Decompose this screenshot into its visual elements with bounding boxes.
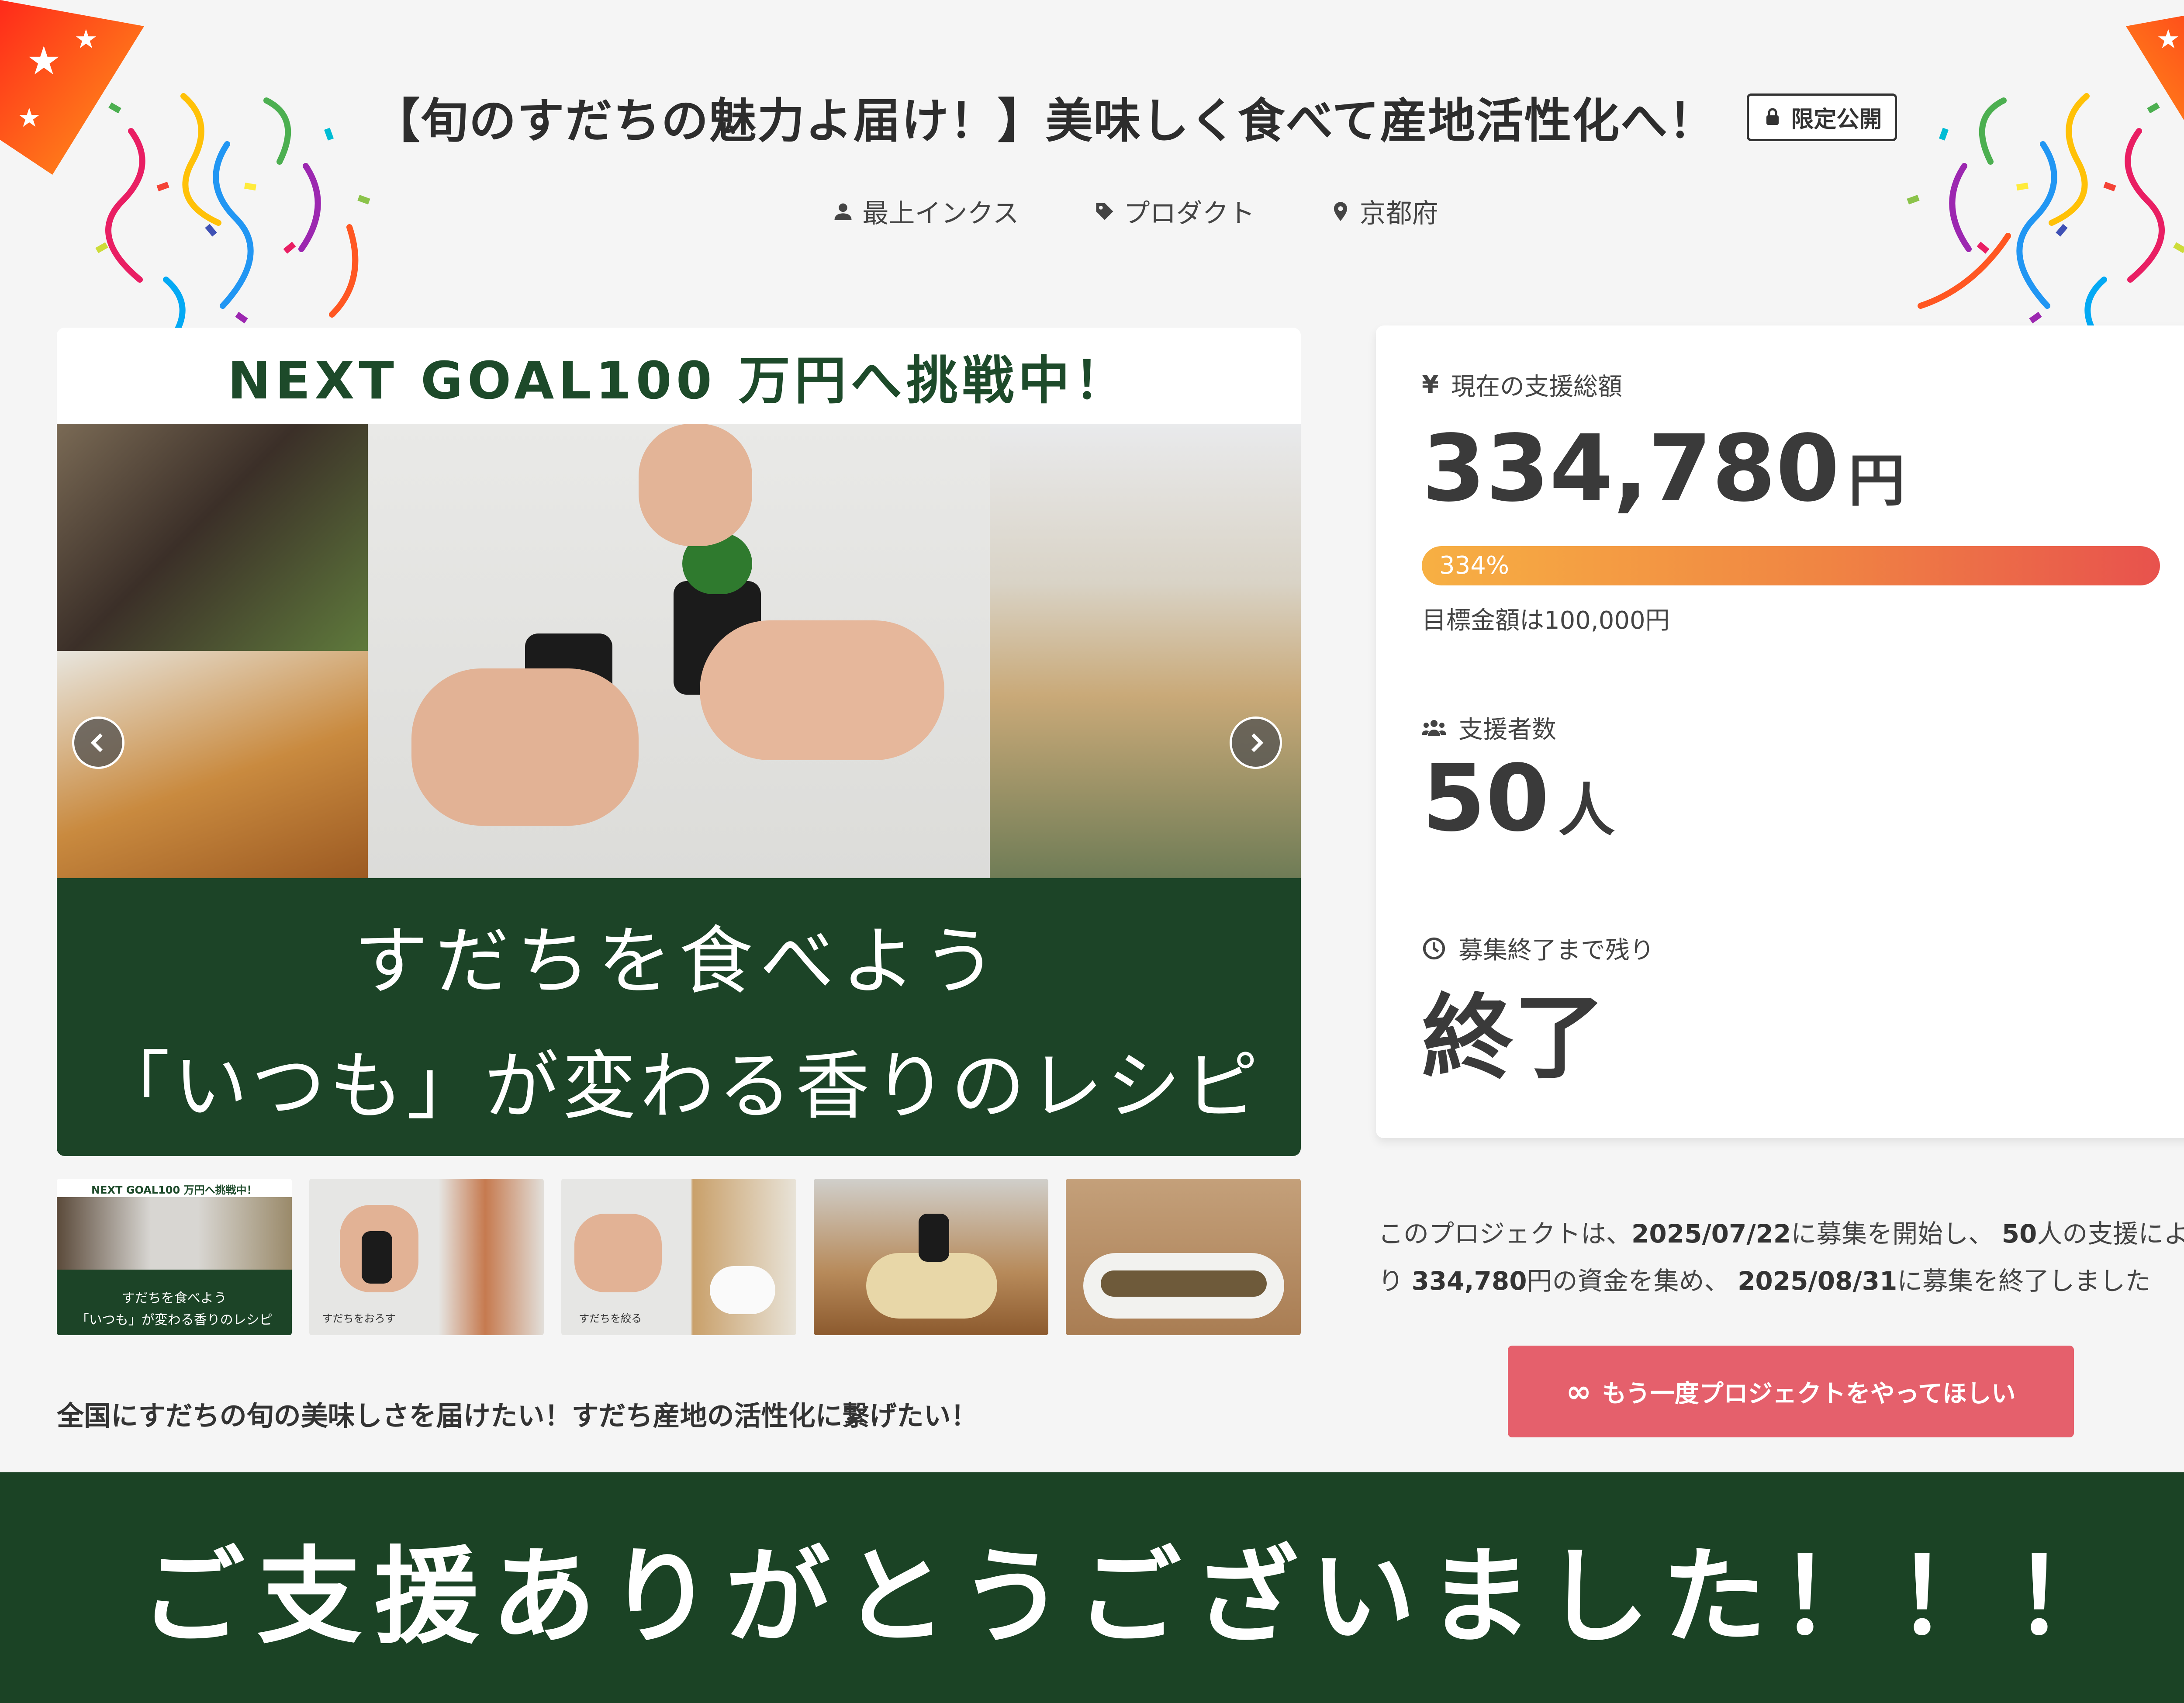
supporters-label: 支援者数 [1458,716,1556,744]
summary-amount: 334,780 [1411,1266,1527,1296]
supporters-label-row: 支援者数 [1422,710,1556,745]
page-title: 【旬のすだちの魅力よ届け！】美味しく食べて産地活性化へ！ [373,94,1717,149]
hand-top [639,424,752,546]
hand-left [411,668,639,826]
next-goal-banner: NEXT GOAL100 万円へ挑戦中！ [57,328,1301,424]
hand-right [700,620,944,760]
thumbnail-4[interactable] [813,1179,1049,1335]
yen-icon: ¥ [1422,370,1439,399]
summary-text-4: 円の資金を集め、 [1527,1266,1730,1296]
tag-icon [1096,203,1113,220]
remaining-label: 募集終了まで残り [1458,936,1654,965]
recipe-headline-2: 「いつも」が変わる香りのレシピ [95,1043,1262,1130]
summary-text-1: このプロジェクトは、 [1378,1219,1632,1249]
thumbnail-5[interactable] [1066,1179,1301,1335]
infinity-icon: ∞ [1566,1374,1592,1409]
thumbnail-3-caption: すだちを絞る [579,1312,642,1325]
carousel-next-button[interactable] [1230,717,1282,769]
photo-collage [57,424,1301,878]
progress-percent-label: 334% [1439,551,1510,580]
funding-stats-card: ¥ 現在の支援総額 334,780 円 334% 目標金額は100,000円 支援… [1376,325,2184,1138]
category-link[interactable]: プロダクト [1093,192,1255,230]
supporters-row: 50 人 [1422,745,1615,852]
summary-supporters: 50 [2001,1219,2037,1249]
request-again-label: もう一度プロジェクトをやってほしい [1602,1379,2016,1408]
project-meta: 最上インクス プロダクト 京都府 [0,192,2184,230]
main-project-image: NEXT GOAL100 万円へ挑戦中！ すだちを食べよう 「いつも」が変わる香… [57,328,1301,1156]
svg-text:★: ★ [74,24,98,55]
request-again-button[interactable]: ∞ もう一度プロジェクトをやってほしい [1508,1346,2074,1437]
thanks-banner: ご支援ありがとうございました！！！ [0,1472,2184,1703]
recipe-banner: すだちを食べよう 「いつも」が変わる香りのレシピ [57,878,1301,1156]
thumbnail-3[interactable]: すだちを絞る [561,1179,796,1335]
total-amount-row: 334,780 円 [1422,415,1905,522]
limited-badge-label: 限定公開 [1791,106,1882,133]
hands-grater-photo [368,424,990,878]
chevron-left-icon [90,733,103,752]
map-pin-icon [1334,201,1347,221]
supporters-unit: 人 [1558,777,1615,844]
chevron-right-icon [1251,733,1264,752]
page: ★ ★ ★ ★ 【旬のすだちの魅力よ届け！】美味しく食べて産地活性化へ！ 限定公… [0,0,2184,1703]
total-amount-value: 334,780 [1422,415,1840,522]
users-icon [1422,720,1446,736]
grill-food-photo [57,424,368,651]
category-name: プロダクト [1123,198,1255,229]
thumbnail-2-caption: すだちをおろす [322,1312,396,1325]
project-lead-text: 全国にすだちの旬の美味しさを届けたい！すだち産地の活性化に繋げたい！ [57,1400,978,1432]
owner-name: 最上インクス [862,198,1019,229]
thumbnail-strip: NEXT GOAL100 万円へ挑戦中！ すだちを食べよう 「いつも」が変わる香… [57,1179,1301,1335]
svg-text:★: ★ [2156,24,2180,55]
summary-start-date: 2025/07/22 [1631,1219,1791,1249]
remaining-label-row: 募集終了まで残り [1422,931,1654,966]
summary-end-date: 2025/08/31 [1738,1266,1897,1296]
goal-amount-text: 目標金額は100,000円 [1422,606,1670,635]
recipe-headline-1: すだちを食べよう [353,918,1004,1005]
total-amount-label-row: ¥ 現在の支援総額 [1422,367,1622,402]
user-icon [834,203,852,220]
remaining-value: 終了 [1422,984,1606,1091]
thumbnail-1-caption-1: すだちを食べよう [121,1291,227,1306]
funding-progress-bar: 334% [1422,546,2160,585]
title-row: 【旬のすだちの魅力よ届け！】美味しく食べて産地活性化へ！ 限定公開 [0,83,2184,151]
location-name: 京都府 [1359,198,1438,229]
clock-icon [1423,937,1445,959]
thumbnail-1-caption-2: 「いつも」が変わる香りのレシピ [76,1312,273,1328]
project-summary: このプロジェクトは、2025/07/22に募集を開始し、 50人の支援により 3… [1378,1210,2184,1305]
owner-link[interactable]: 最上インクス [832,192,1019,230]
summary-text-5: に募集を終了しました [1897,1266,2151,1296]
total-amount-unit: 円 [1848,447,1905,514]
dishes-photo [990,424,1301,878]
lock-icon [1766,108,1779,125]
thumbnail-2[interactable]: すだちをおろす [309,1179,544,1335]
total-amount-label: 現在の支援総額 [1451,373,1622,401]
supporters-value: 50 [1422,745,1550,852]
limited-public-badge: 限定公開 [1747,93,1897,141]
location-link[interactable]: 京都府 [1329,192,1438,230]
thanks-message: ご支援ありがとうございました！！！ [140,1535,2130,1658]
summary-text-2: に募集を開始し、 [1791,1219,1994,1249]
svg-text:★: ★ [26,38,62,84]
thumbnail-1[interactable]: NEXT GOAL100 万円へ挑戦中！ すだちを食べよう 「いつも」が変わる香… [57,1179,292,1335]
carousel-prev-button[interactable] [72,717,124,769]
thumbnail-1-top-caption: NEXT GOAL100 万円へ挑戦中！ [91,1184,257,1196]
